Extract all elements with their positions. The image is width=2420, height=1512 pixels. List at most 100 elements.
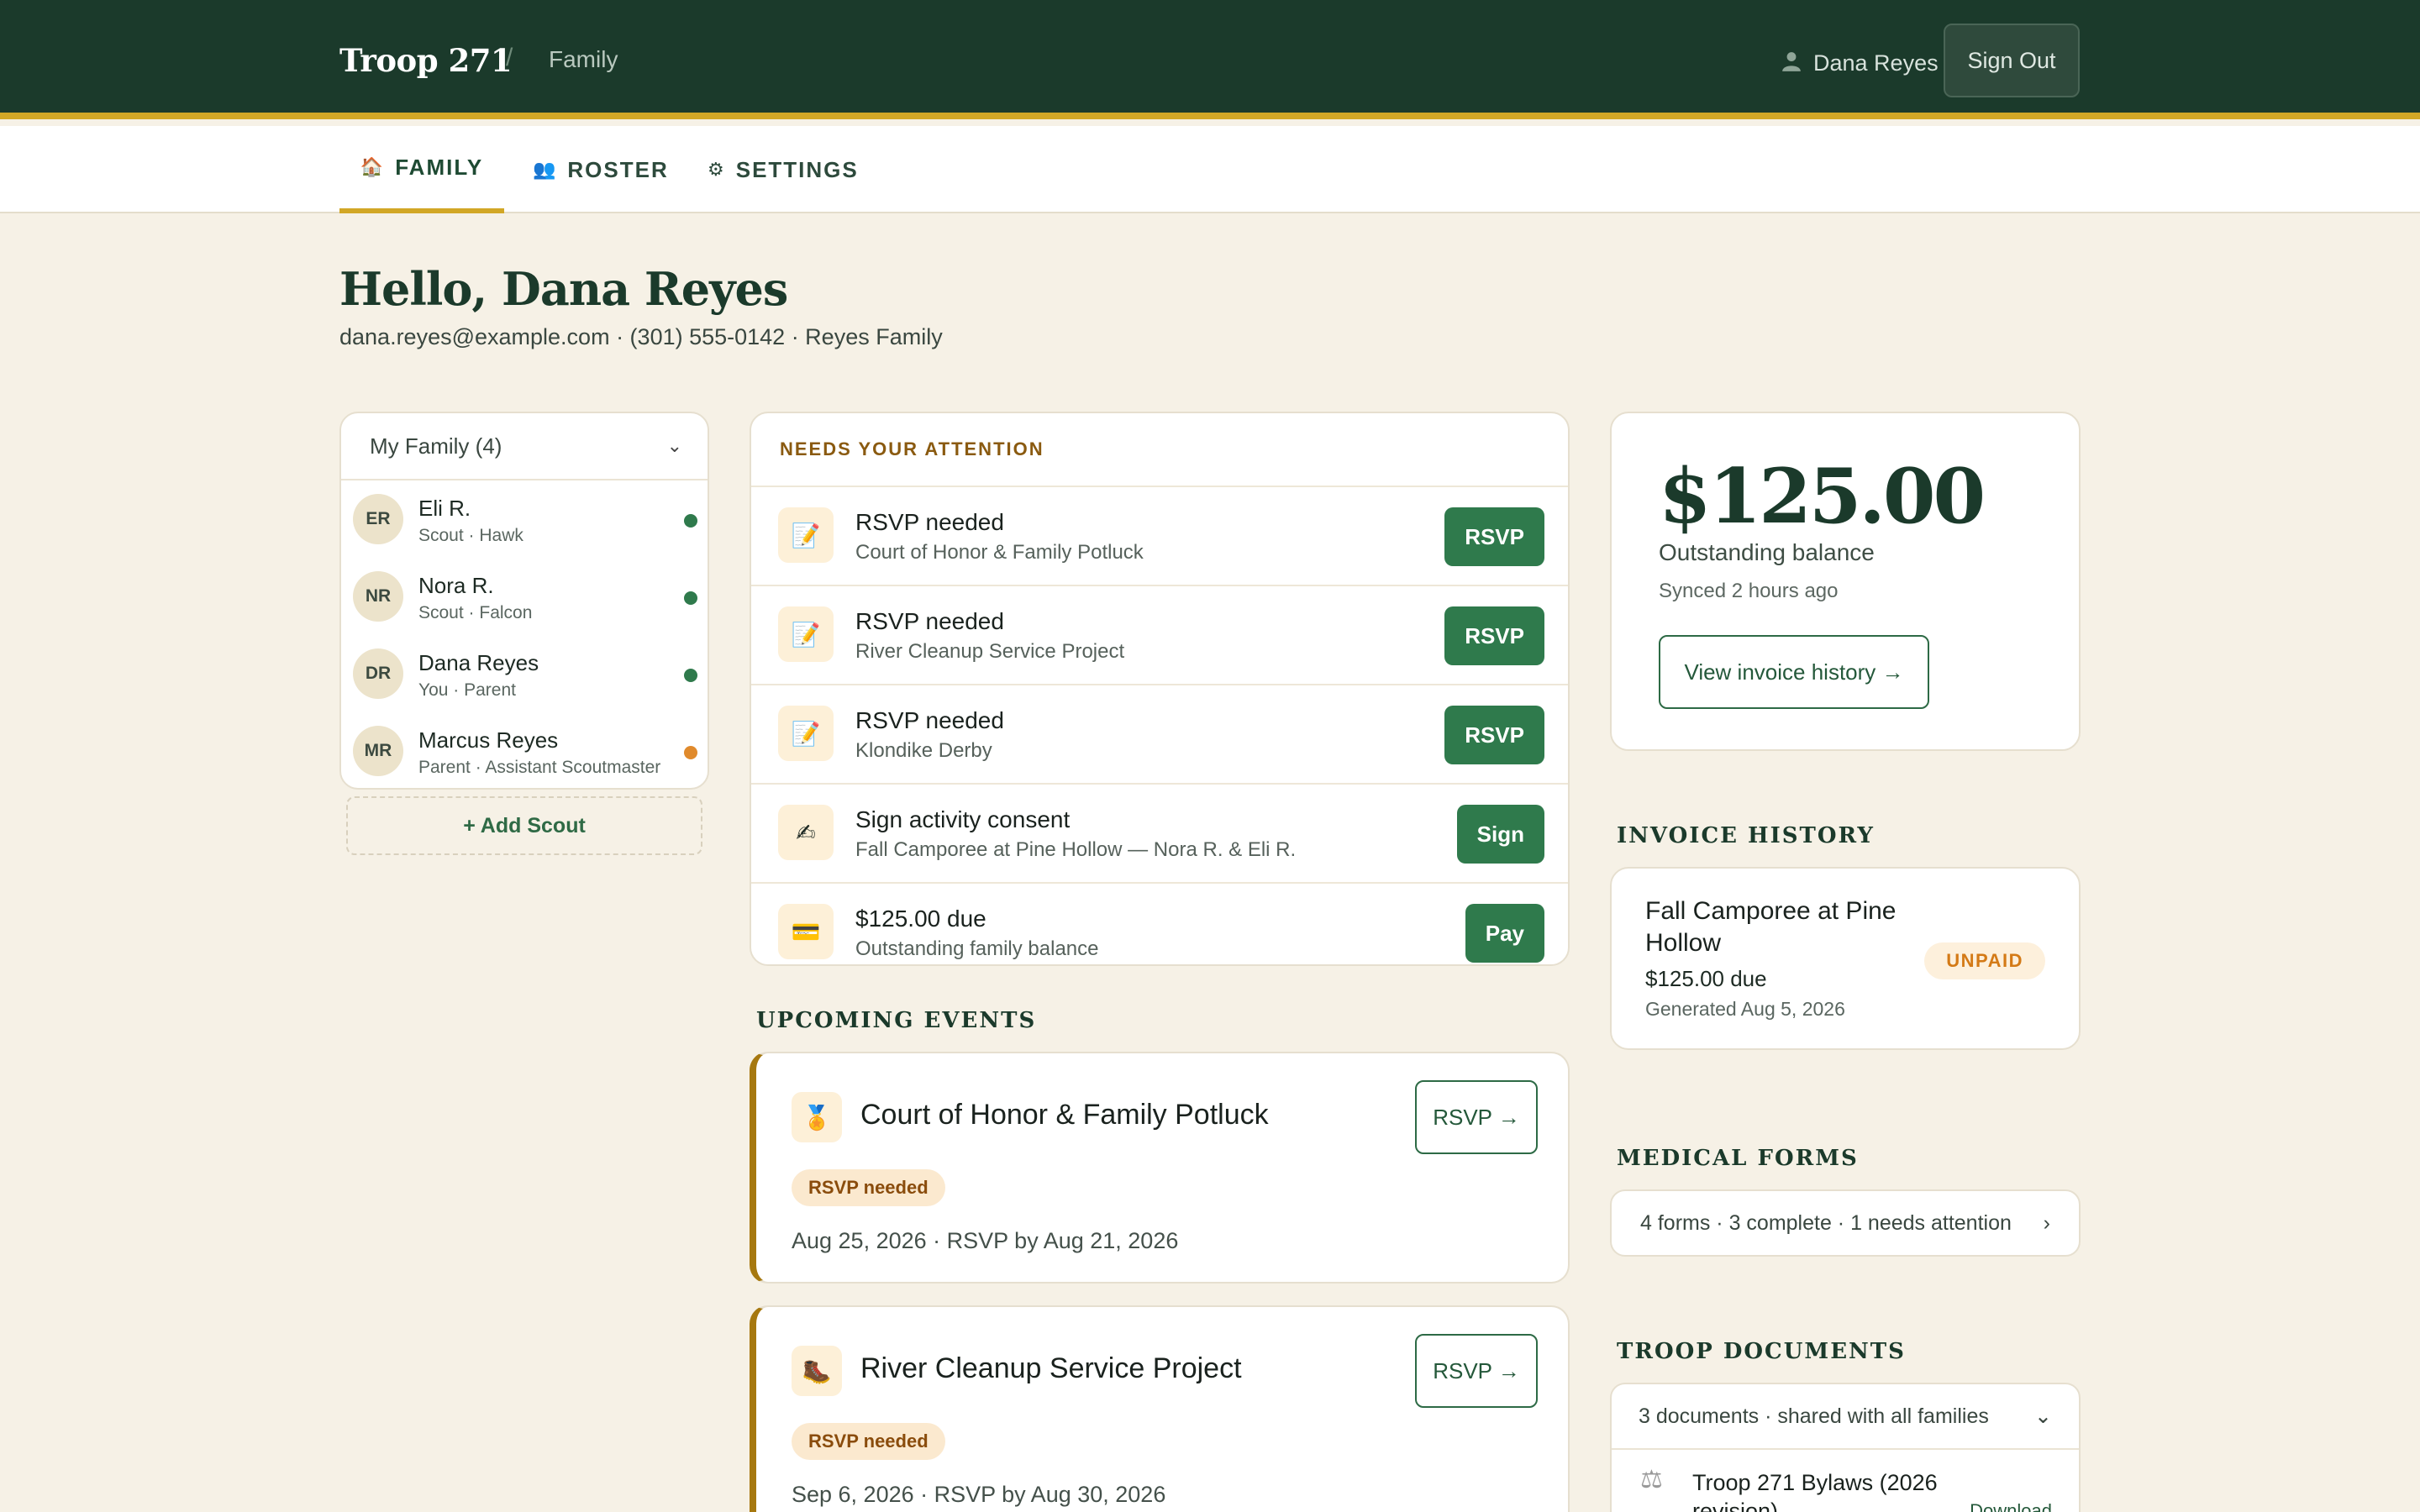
sign-button[interactable]: Sign <box>1456 805 1544 864</box>
family-dropdown-label: My Family (4) <box>370 433 502 459</box>
view-invoice-history-button[interactable]: View invoice history → <box>1659 635 1929 709</box>
family-member[interactable]: NR Nora R. Scout · Falcon <box>341 558 708 635</box>
house-icon: 🏠 <box>360 156 384 177</box>
sync-status: Synced 2 hours ago <box>1659 580 1839 602</box>
chevron-down-icon: ⌄ <box>2034 1404 2052 1428</box>
avatar: DR <box>353 648 403 699</box>
memo-icon: 📝 <box>778 507 834 563</box>
attention-item-subtitle: Klondike Derby <box>855 739 992 762</box>
member-name: Eli R. <box>418 496 471 521</box>
tab-label: SETTINGS <box>735 156 859 182</box>
event-date: Aug 25, 2026 · RSVP by Aug 21, 2026 <box>792 1228 1179 1253</box>
event-rsvp-button[interactable]: RSVP → <box>1415 1334 1538 1408</box>
status-dot <box>684 746 697 759</box>
medical-forms-title: MEDICAL FORMS <box>1617 1146 1859 1171</box>
breadcrumb-separator: / <box>506 44 513 71</box>
upcoming-events-title: UPCOMING EVENTS <box>756 1008 1037 1033</box>
rsvp-button[interactable]: RSVP <box>1444 606 1544 665</box>
invoice-card[interactable]: Fall Camporee at Pine Hollow $125.00 due… <box>1610 867 2081 1050</box>
avatar: NR <box>353 571 403 622</box>
attention-item: 💳 $125.00 due Outstanding family balance… <box>751 882 1568 964</box>
attention-item: ✍ Sign activity consent Fall Camporee at… <box>751 783 1568 882</box>
family-panel: My Family (4) ⌄ ER Eli R. Scout · Hawk N… <box>339 412 709 790</box>
breadcrumb-family: Family <box>549 46 618 72</box>
member-role: You · Parent <box>418 680 516 700</box>
family-member[interactable]: ER Eli R. Scout · Hawk <box>341 480 708 558</box>
event-title: River Cleanup Service Project <box>860 1352 1242 1384</box>
chevron-down-icon: ⌄ <box>666 435 682 456</box>
status-badge: RSVP needed <box>792 1169 945 1206</box>
attention-item-subtitle: Court of Honor & Family Potluck <box>855 541 1144 564</box>
status-badge: UNPAID <box>1924 942 2045 979</box>
attention-item-title: RSVP needed <box>855 608 1004 634</box>
attention-panel: NEEDS YOUR ATTENTION 📝 RSVP needed Court… <box>750 412 1570 966</box>
event-card: 🏅 Court of Honor & Family Potluck RSVP →… <box>750 1052 1570 1284</box>
attention-title: NEEDS YOUR ATTENTION <box>780 438 1044 459</box>
current-user-name: Dana Reyes <box>1813 50 1939 76</box>
family-member[interactable]: DR Dana Reyes You · Parent <box>341 635 708 712</box>
attention-item-title: Sign activity consent <box>855 806 1071 832</box>
status-badge: RSVP needed <box>792 1423 945 1460</box>
rsvp-button[interactable]: RSVP <box>1444 706 1544 764</box>
attention-item-subtitle: Fall Camporee at Pine Hollow — Nora R. &… <box>855 838 1297 861</box>
credit-card-icon: 💳 <box>778 904 834 959</box>
tab-label: FAMILY <box>395 154 484 180</box>
scales-icon: ⚖ <box>1640 1466 1663 1494</box>
invoice-due: $125.00 due <box>1645 966 1767 991</box>
tab-label: ROSTER <box>567 156 669 182</box>
member-role: Scout · Hawk <box>418 526 523 545</box>
user-icon <box>1782 52 1801 71</box>
tab-settings[interactable]: ⚙ SETTINGS <box>708 126 859 213</box>
hiking-boot-icon: 🥾 <box>792 1346 842 1396</box>
medal-icon: 🏅 <box>792 1092 842 1142</box>
documents-summary: 3 documents · shared with all families <box>1639 1404 1989 1428</box>
attention-item: 📝 RSVP needed Court of Honor & Family Po… <box>751 486 1568 585</box>
invoice-history-title: INVOICE HISTORY <box>1617 823 1875 848</box>
attention-item-subtitle: Outstanding family balance <box>855 937 1099 960</box>
balance-label: Outstanding balance <box>1659 539 1875 565</box>
attention-item-title: RSVP needed <box>855 707 1004 733</box>
member-role: Parent · Assistant Scoutmaster <box>418 758 661 777</box>
balance-amount: $125.00 <box>1659 452 1986 541</box>
event-rsvp-button[interactable]: RSVP → <box>1415 1080 1538 1154</box>
attention-item-title: RSVP needed <box>855 509 1004 535</box>
avatar: ER <box>353 494 403 544</box>
brand-title[interactable]: Troop 271 <box>339 42 513 79</box>
family-member[interactable]: MR Marcus Reyes Parent · Assistant Scout… <box>341 712 708 788</box>
attention-item-title: $125.00 due <box>855 906 986 932</box>
troop-documents-title: TROOP DOCUMENTS <box>1617 1339 1906 1364</box>
status-dot <box>684 591 697 605</box>
top-header: Troop 271 / Family Dana Reyes Sign Out <box>0 0 2420 119</box>
add-scout-button[interactable]: + Add Scout <box>346 796 702 855</box>
invoice-title: Fall Camporee at Pine Hollow <box>1645 897 1897 957</box>
download-link[interactable]: Download <box>1970 1500 2052 1512</box>
document-name: Troop 271 Bylaws (2026 revision) <box>1692 1470 1938 1512</box>
tab-family[interactable]: 🏠 FAMILY <box>339 126 504 213</box>
member-role: Scout · Falcon <box>418 603 533 622</box>
family-dropdown[interactable]: My Family (4) ⌄ <box>341 413 708 480</box>
attention-item-subtitle: River Cleanup Service Project <box>855 640 1125 663</box>
contact-info: dana.reyes@example.com · (301) 555-0142 … <box>339 324 943 349</box>
chevron-right-icon: › <box>2043 1210 2050 1235</box>
avatar: MR <box>353 726 403 776</box>
writing-hand-icon: ✍ <box>778 805 834 860</box>
member-name: Marcus Reyes <box>418 727 559 753</box>
member-name: Dana Reyes <box>418 650 539 675</box>
event-title: Court of Honor & Family Potluck <box>860 1099 1269 1131</box>
attention-item: 📝 RSVP needed River Cleanup Service Proj… <box>751 585 1568 684</box>
people-icon: 👥 <box>533 159 556 180</box>
tab-roster[interactable]: 👥 ROSTER <box>533 126 669 213</box>
event-date: Sep 6, 2026 · RSVP by Aug 30, 2026 <box>792 1482 1166 1507</box>
pay-button[interactable]: Pay <box>1465 904 1544 963</box>
sign-out-button[interactable]: Sign Out <box>1944 24 2080 97</box>
member-name: Nora R. <box>418 573 494 598</box>
page-title: Hello, Dana Reyes <box>339 262 788 316</box>
memo-icon: 📝 <box>778 606 834 662</box>
memo-icon: 📝 <box>778 706 834 761</box>
medical-forms-row[interactable]: 4 forms · 3 complete · 1 needs attention… <box>1610 1189 2081 1257</box>
medical-forms-summary: 4 forms · 3 complete · 1 needs attention <box>1640 1210 2012 1235</box>
attention-item: 📝 RSVP needed Klondike Derby RSVP <box>751 684 1568 783</box>
rsvp-button[interactable]: RSVP <box>1444 507 1544 566</box>
status-dot <box>684 514 697 528</box>
documents-dropdown[interactable]: 3 documents · shared with all families ⌄ <box>1612 1384 2079 1450</box>
